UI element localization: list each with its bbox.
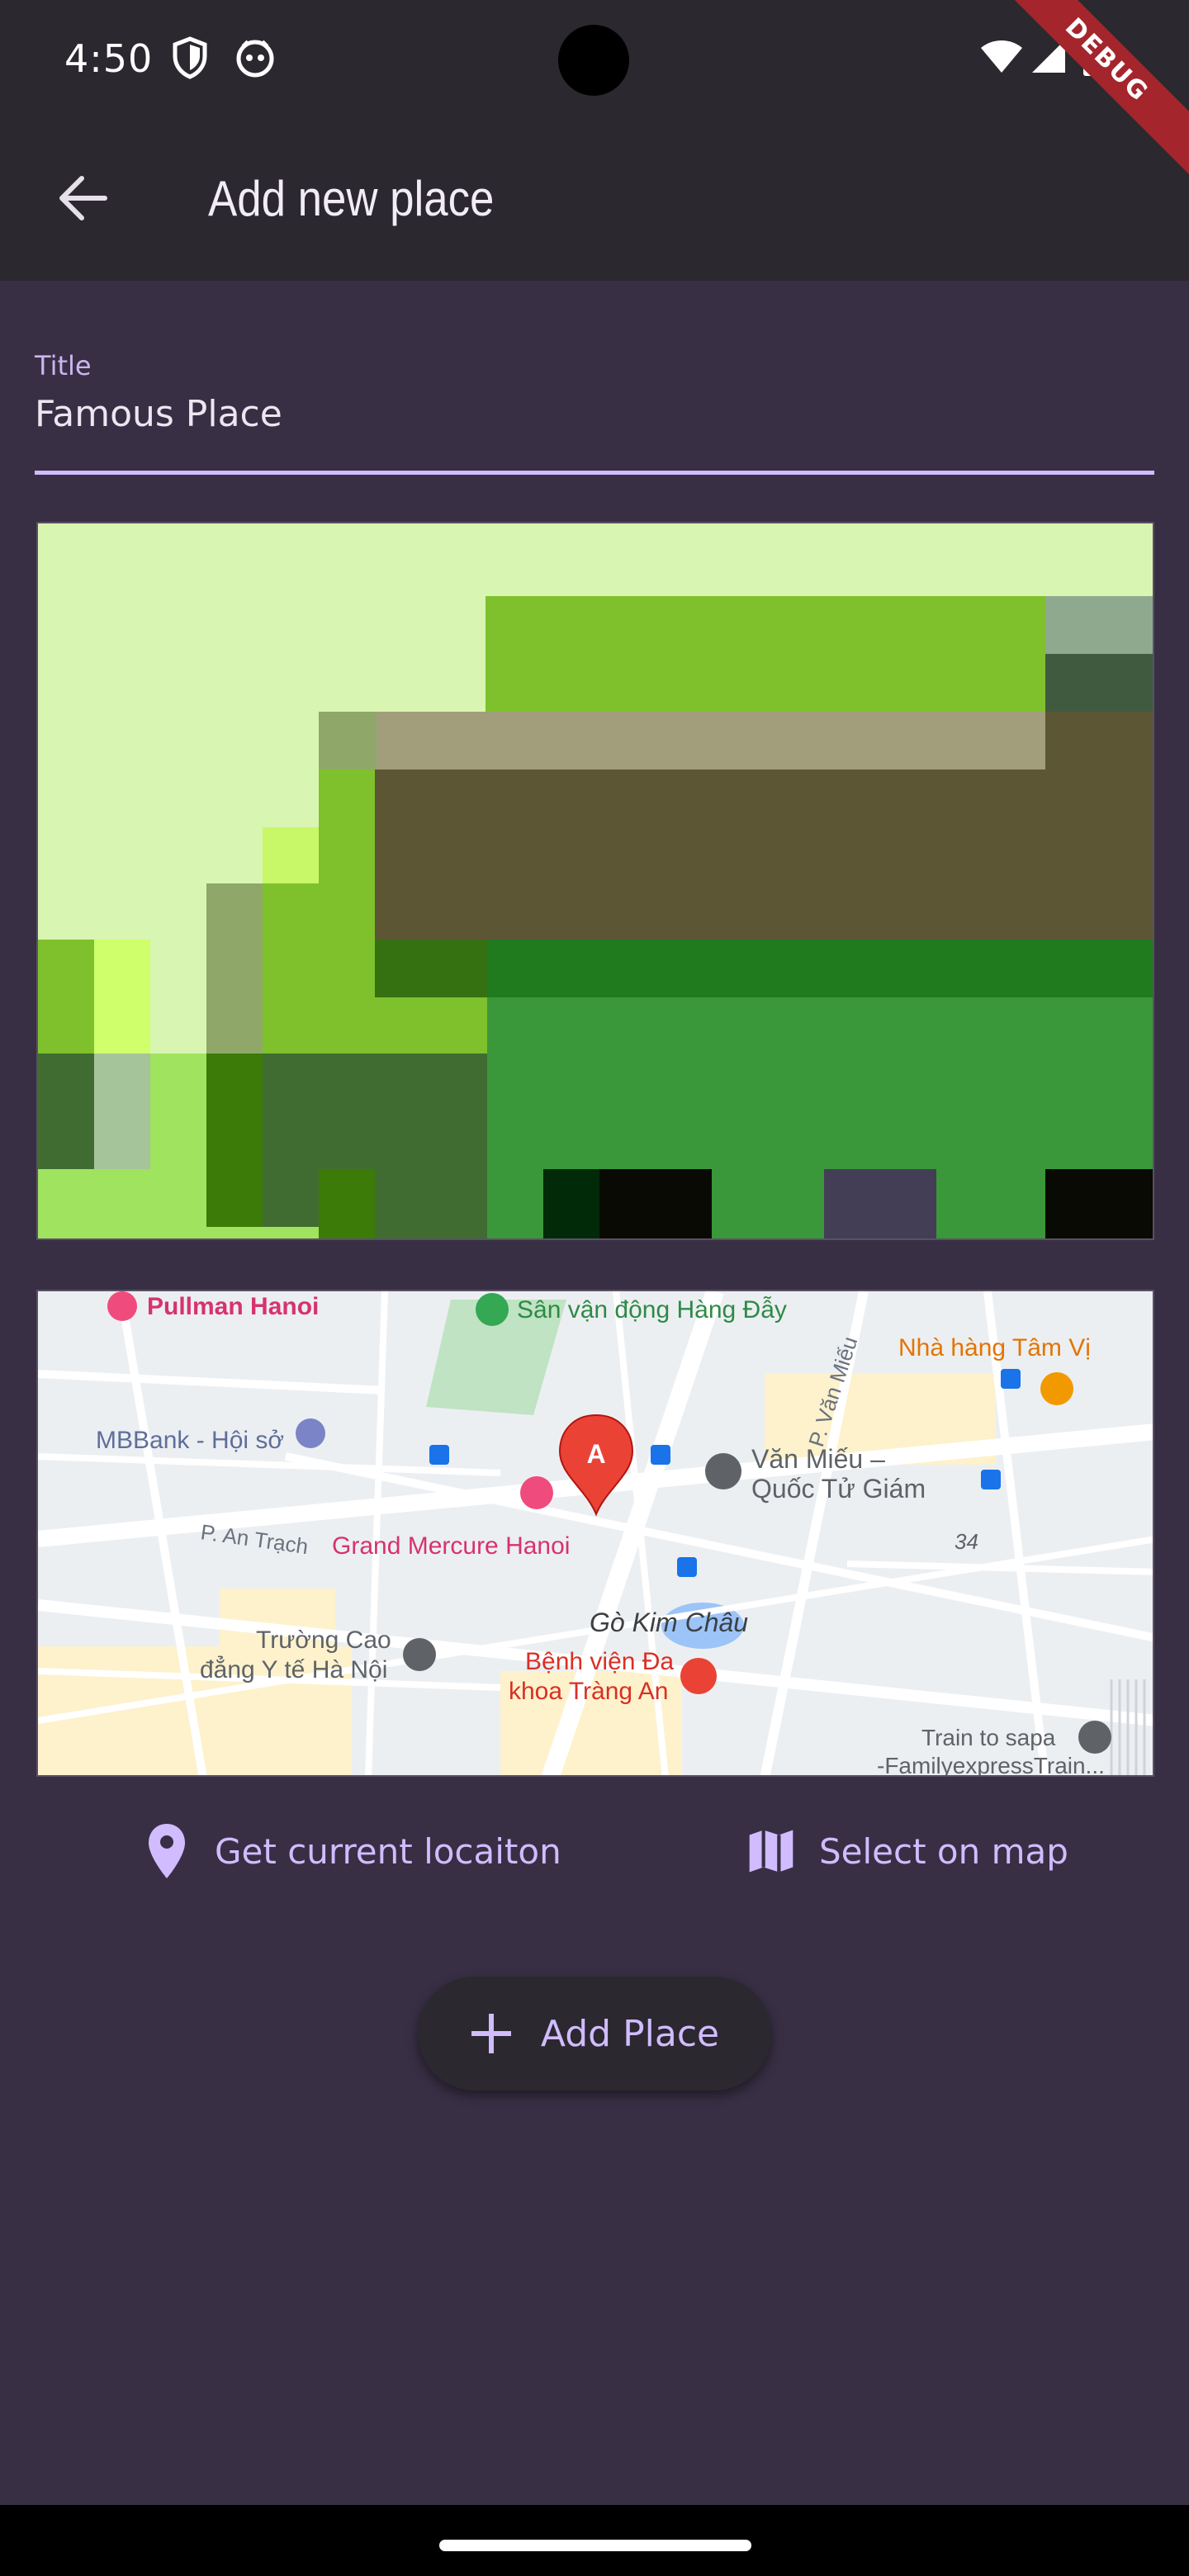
map-label-school-1: Trường Cao — [256, 1627, 391, 1654]
location-pin-icon — [144, 1818, 190, 1884]
title-field-label: Title — [35, 350, 92, 381]
map-label-hospital-1: Bệnh viện Đa — [525, 1648, 674, 1675]
map-label-pullman: Pullman Hanoi — [147, 1293, 319, 1320]
map-icon — [748, 1818, 794, 1884]
picked-image — [38, 523, 1153, 1238]
map-label-mbbank: MBBank - Hội sở — [96, 1427, 284, 1454]
map-preview[interactable]: Pullman Hanoi Sân vận động Hàng Đẫy Nhà … — [36, 1290, 1154, 1777]
map-label-van-mieu-2: Quốc Tử Giám — [751, 1474, 926, 1503]
status-time: 4:50 — [64, 36, 154, 81]
front-camera — [558, 25, 629, 96]
select-on-map-label: Select on map — [819, 1830, 1068, 1872]
title-field[interactable] — [35, 393, 1149, 435]
add-place-label: Add Place — [540, 2012, 720, 2055]
add-place-button[interactable]: Add Place — [418, 1977, 771, 2091]
map-label-stadium: Sân vận động Hàng Đẫy — [517, 1296, 787, 1324]
map-label-train-1: Train to sapa — [921, 1725, 1056, 1750]
page-title: Add new place — [208, 171, 495, 226]
image-preview[interactable] — [36, 522, 1154, 1240]
map-label-go-kim-chau: Gò Kim Châu — [590, 1608, 748, 1637]
status-bar: 4:50 DEBUG — [0, 0, 1189, 176]
get-current-location-label: Get current locaiton — [215, 1830, 561, 1872]
map-label-34: 34 — [955, 1529, 978, 1554]
map-label-van-mieu-1: Văn Miếu – — [751, 1444, 885, 1474]
map-marker-label: A — [586, 1439, 605, 1469]
map-image: Pullman Hanoi Sân vận động Hàng Đẫy Nhà … — [38, 1291, 1153, 1777]
map-label-restaurant: Nhà hàng Tâm Vị — [898, 1334, 1091, 1361]
app-bar: Add new place — [0, 124, 1189, 281]
select-on-map-button[interactable]: Select on map — [748, 1813, 1068, 1889]
wifi-icon — [979, 38, 1024, 78]
map-label-school-2: đẳng Y tế Hà Nội — [200, 1655, 387, 1683]
title-field-underline — [35, 471, 1154, 475]
robot-face-icon — [234, 36, 276, 81]
map-label-grand-mercure: Grand Mercure Hanoi — [332, 1532, 570, 1560]
map-label-train-2: -FamilyexpressTrain... — [877, 1753, 1105, 1777]
gesture-handle[interactable] — [439, 2540, 751, 2551]
add-icon — [471, 2014, 511, 2053]
get-current-location-button[interactable]: Get current locaiton — [144, 1813, 561, 1889]
arrow-back-icon — [59, 176, 107, 220]
shield-icon — [172, 36, 208, 83]
map-label-hospital-2: khoa Tràng An — [509, 1678, 668, 1705]
back-button[interactable] — [41, 157, 124, 239]
